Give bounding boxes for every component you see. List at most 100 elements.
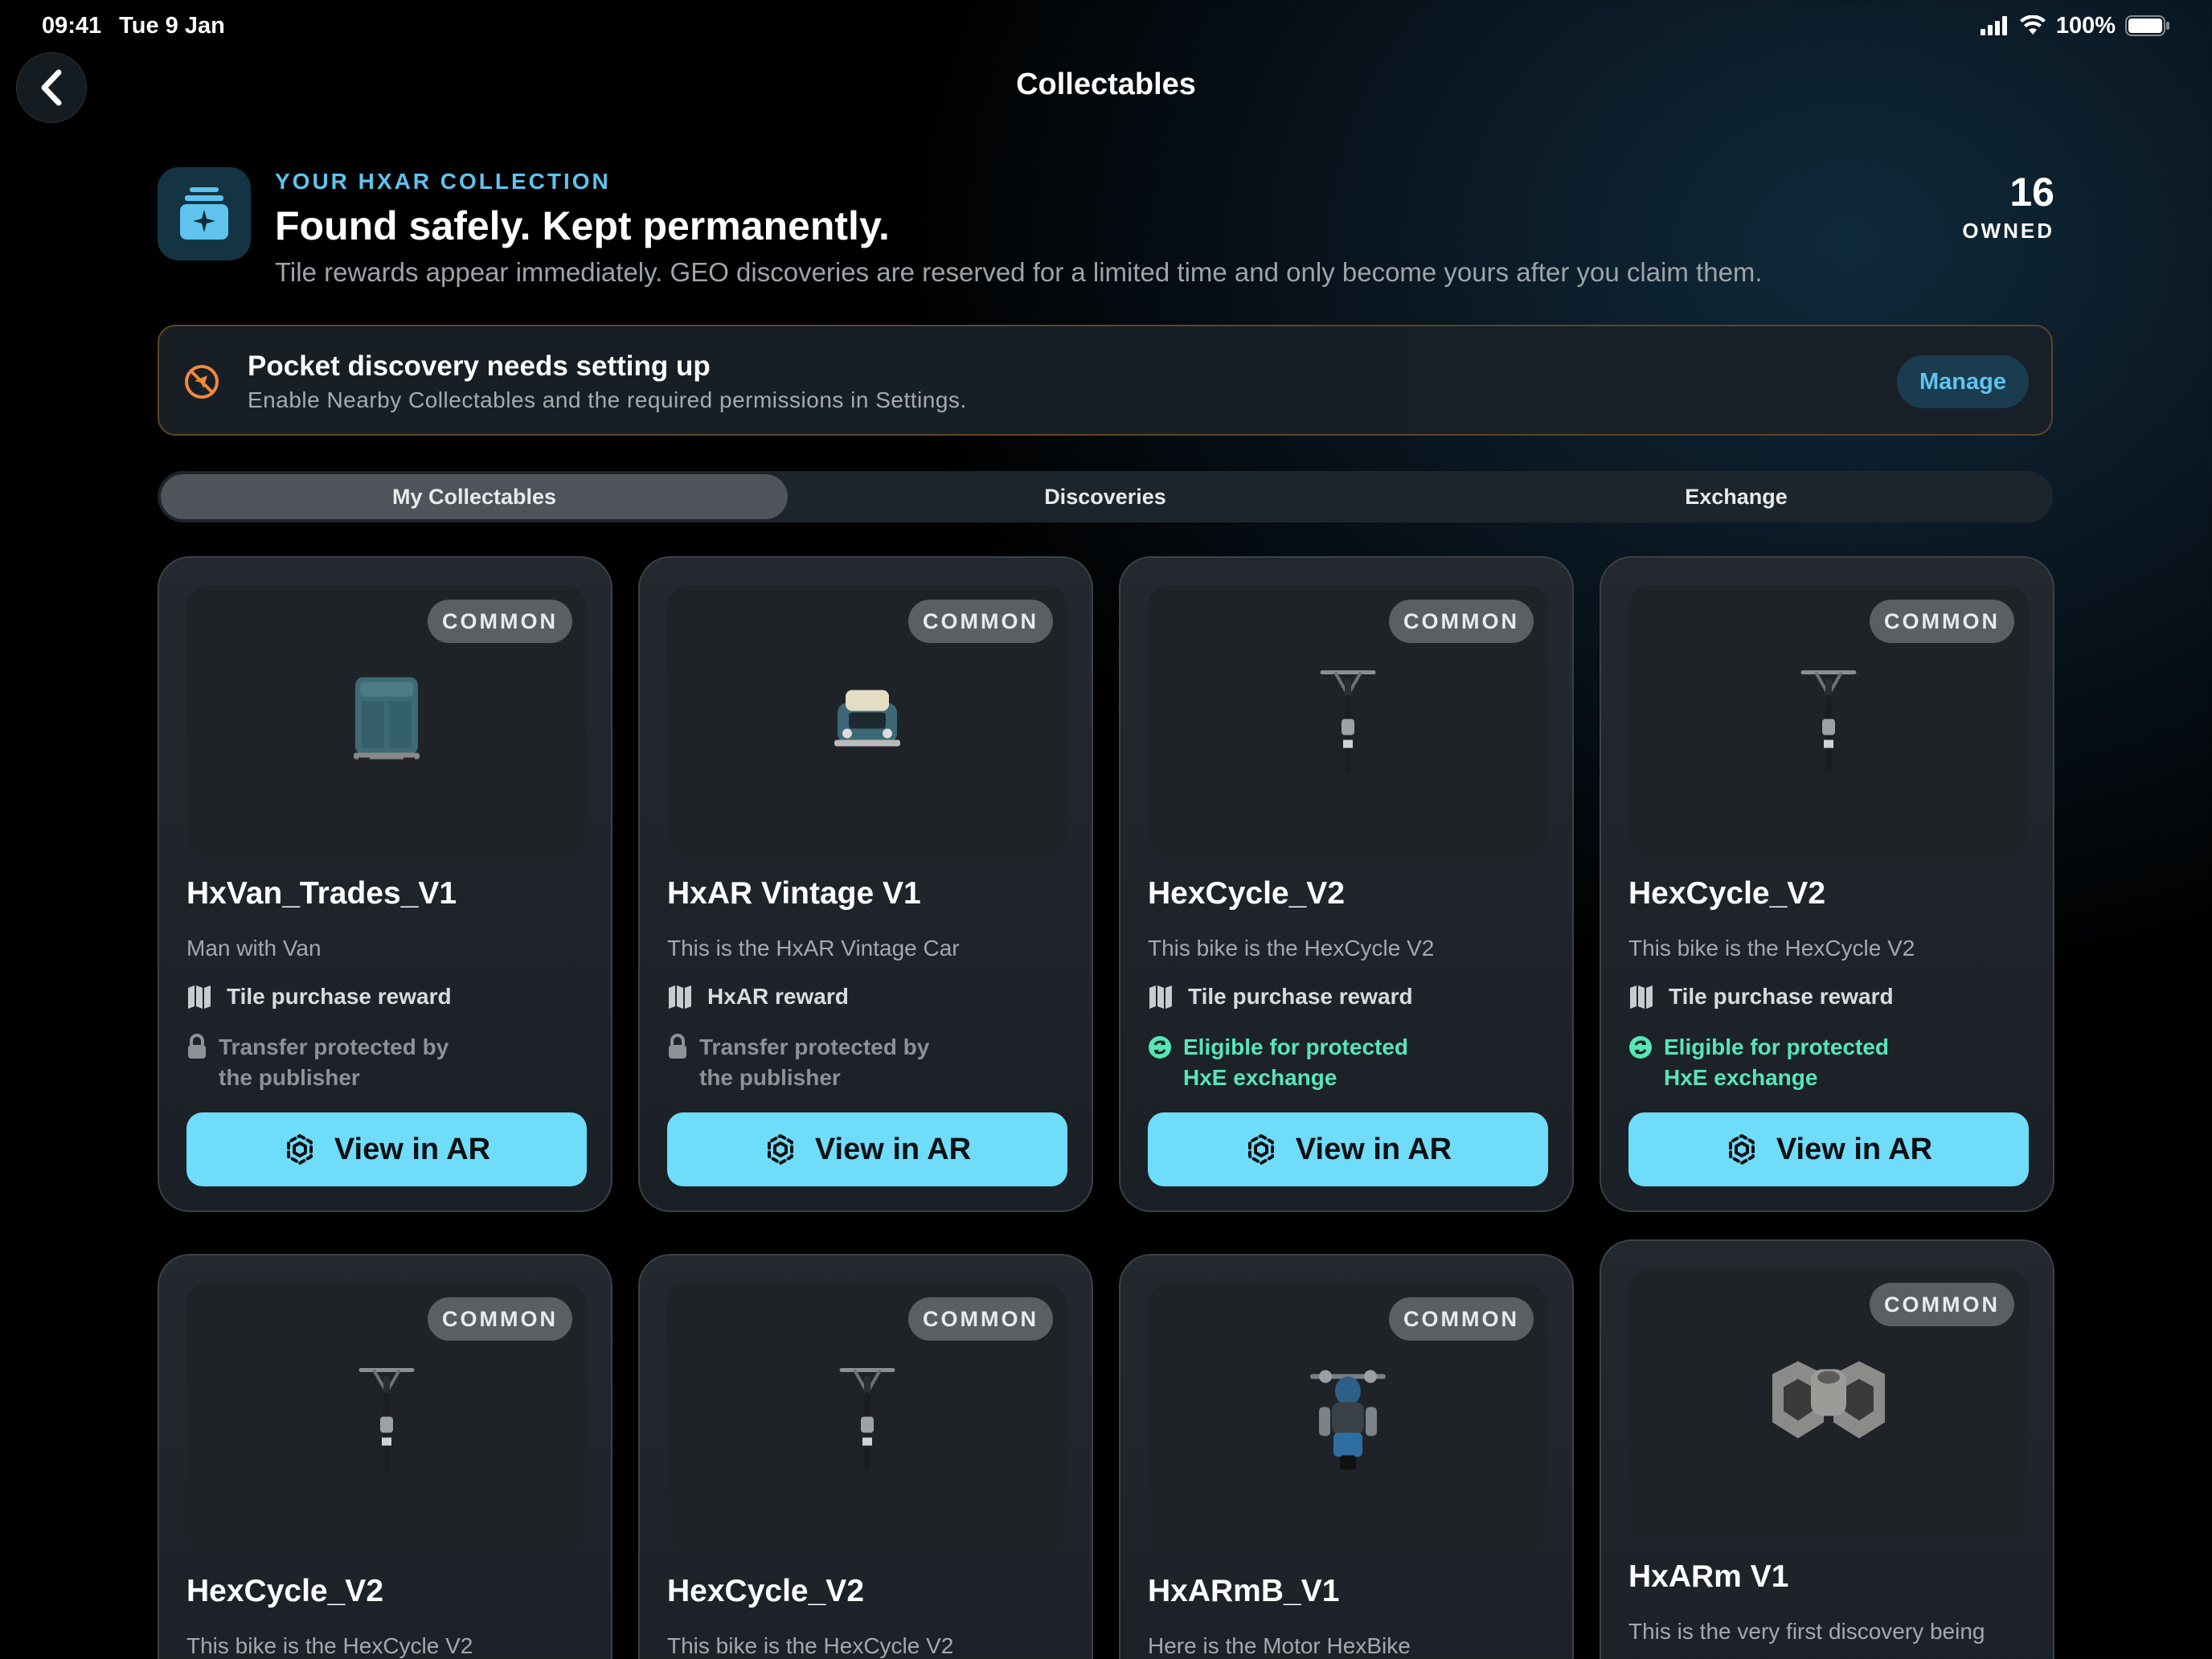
transfer-status: Transfer protected by the publisher — [186, 1032, 476, 1093]
cellular-signal-icon — [1980, 16, 2007, 35]
status-date: Tue 9 Jan — [119, 12, 225, 39]
collection-eyebrow: YOUR HXAR COLLECTION — [275, 169, 611, 194]
rarity-badge: COMMON — [1870, 600, 2014, 643]
collectable-preview[interactable]: COMMON — [1628, 585, 2029, 857]
transfer-status: Transfer protected by the publisher — [667, 1032, 956, 1093]
collectable-card[interactable]: COMMON HexCycle_V2 This bike is the HexC… — [1600, 556, 2054, 1212]
ar-cube-icon — [1728, 1134, 1755, 1165]
collectable-card[interactable]: COMMON HxARmB_V1 Here is the Motor HexBi… — [1119, 1254, 1574, 1659]
rarity-badge: COMMON — [1870, 1283, 2014, 1326]
view-in-ar-button[interactable]: View in AR — [186, 1112, 587, 1186]
collectable-description: This is the very first discovery being — [1628, 1619, 1985, 1644]
collectable-card[interactable]: COMMON HexCycle_V2 This bike is the HexC… — [1119, 556, 1574, 1212]
battery-percent: 100% — [2055, 12, 2116, 39]
page-title: Collectables — [1016, 68, 1196, 101]
map-icon — [188, 985, 211, 1009]
transfer-status-label: Eligible for protected HxE exchange — [1183, 1034, 1409, 1090]
collection-subtitle: Tile rewards appear immediately. GEO dis… — [275, 257, 1763, 287]
collectable-description: This bike is the HexCycle V2 — [1628, 936, 1915, 961]
alert-message: Enable Nearby Collectables and the requi… — [248, 387, 967, 412]
transfer-status-label: Transfer protected by the publisher — [699, 1034, 930, 1090]
manage-button[interactable]: Manage — [1897, 355, 2029, 408]
van-model-image — [350, 674, 423, 768]
collectable-description: This bike is the HexCycle V2 — [667, 1633, 954, 1658]
battery-icon — [2125, 15, 2169, 36]
tab-exchange[interactable]: Exchange — [1423, 474, 2050, 519]
view-in-ar-label: View in AR — [814, 1132, 972, 1166]
alert-title: Pocket discovery needs setting up — [248, 350, 711, 382]
status-indicators: 100% — [1980, 12, 2170, 39]
collection-icon — [158, 167, 251, 260]
collectable-preview[interactable]: COMMON — [1628, 1268, 2029, 1540]
reward-source: Tile purchase reward — [186, 984, 452, 1010]
collectable-description: This bike is the HexCycle V2 — [186, 1633, 473, 1658]
collectable-preview[interactable]: COMMON — [667, 1283, 1067, 1555]
view-in-ar-button[interactable]: View in AR — [667, 1112, 1067, 1186]
wifi-icon — [2019, 15, 2046, 35]
motorbike-model-image — [1309, 1361, 1387, 1477]
transfer-status-label: Transfer protected by the publisher — [219, 1034, 449, 1090]
ar-cube-icon — [286, 1134, 313, 1165]
ar-cube-icon — [767, 1134, 793, 1165]
tab-discoveries[interactable]: Discoveries — [792, 474, 1419, 519]
collectable-name: HxAR Vintage V1 — [667, 876, 921, 911]
exchange-icon — [1149, 1036, 1171, 1059]
rarity-badge: COMMON — [1389, 600, 1534, 643]
bike-model-image — [838, 1361, 896, 1477]
collectable-name: HexCycle_V2 — [186, 1574, 384, 1608]
rarity-badge: COMMON — [908, 600, 1053, 643]
view-in-ar-button[interactable]: View in AR — [1148, 1112, 1548, 1186]
view-in-ar-label: View in AR — [1776, 1132, 1933, 1166]
collectable-preview[interactable]: COMMON — [186, 1283, 587, 1555]
reward-source: HxAR reward — [667, 984, 849, 1010]
reward-source-label: Tile purchase reward — [1188, 984, 1413, 1009]
collectable-card[interactable]: COMMON HexCycle_V2 This bike is the HexC… — [638, 1254, 1093, 1659]
reward-source-label: HxAR reward — [707, 984, 849, 1009]
rarity-badge: COMMON — [908, 1297, 1053, 1341]
collectable-preview[interactable]: COMMON — [1148, 1283, 1548, 1555]
lock-icon — [188, 1034, 206, 1059]
sparkle-stack-icon — [180, 187, 228, 240]
transfer-status: Eligible for protected HxE exchange — [1628, 1032, 1929, 1093]
collectable-card[interactable]: COMMON HexCycle_V2 This bike is the HexC… — [158, 1254, 612, 1659]
bike-model-image — [1319, 663, 1377, 780]
map-icon — [1630, 985, 1653, 1009]
collectable-name: HxARm V1 — [1628, 1559, 1789, 1594]
owned-count: 16 OWNED — [1962, 169, 2054, 244]
map-icon — [1149, 985, 1172, 1009]
exchange-icon — [1629, 1036, 1652, 1059]
collectable-name: HxVan_Trades_V1 — [186, 876, 457, 911]
collectable-preview[interactable]: COMMON — [1148, 585, 1548, 857]
collectable-name: HexCycle_V2 — [1148, 876, 1346, 911]
status-bar: 09:41 Tue 9 Jan 100% — [42, 11, 2170, 40]
collectable-description: This bike is the HexCycle V2 — [1148, 936, 1435, 961]
collectable-card[interactable]: COMMON HxAR Vintage V1 This is the HxAR … — [638, 556, 1093, 1212]
view-in-ar-button[interactable]: View in AR — [1628, 1112, 2029, 1186]
car-model-image — [833, 687, 902, 756]
setup-alert-banner: Pocket discovery needs setting up Enable… — [158, 325, 2053, 436]
tab-my-collectables[interactable]: My Collectables — [161, 474, 788, 519]
view-in-ar-label: View in AR — [1295, 1132, 1452, 1166]
reward-source: Tile purchase reward — [1628, 984, 1894, 1010]
bike-model-image — [1800, 663, 1858, 780]
owned-count-label: OWNED — [1962, 219, 2054, 243]
hxarm-model-image — [1748, 1358, 1909, 1451]
rarity-badge: COMMON — [428, 600, 572, 643]
collectable-preview[interactable]: COMMON — [186, 585, 587, 857]
view-in-ar-label: View in AR — [334, 1132, 491, 1166]
reward-source: Tile purchase reward — [1148, 984, 1413, 1010]
collectable-preview[interactable]: COMMON — [667, 585, 1067, 857]
collectable-description: Man with Van — [186, 936, 322, 961]
reward-source-label: Tile purchase reward — [227, 984, 452, 1009]
rarity-badge: COMMON — [1389, 1297, 1534, 1341]
transfer-status-label: Eligible for protected HxE exchange — [1664, 1034, 1890, 1090]
collectable-card[interactable]: COMMON HxARm V1 This is the very first d… — [1600, 1239, 2054, 1659]
owned-count-number: 16 — [2009, 170, 2054, 215]
status-time: 09:41 — [42, 12, 102, 39]
reward-source-label: Tile purchase reward — [1669, 984, 1894, 1009]
location-off-warning-icon — [185, 365, 219, 399]
collectable-card[interactable]: COMMON HxVan_Trades_V1 Man with Van Tile… — [158, 556, 612, 1212]
lock-icon — [669, 1034, 686, 1059]
collectable-name: HexCycle_V2 — [1628, 876, 1826, 911]
ar-cube-icon — [1247, 1134, 1274, 1165]
